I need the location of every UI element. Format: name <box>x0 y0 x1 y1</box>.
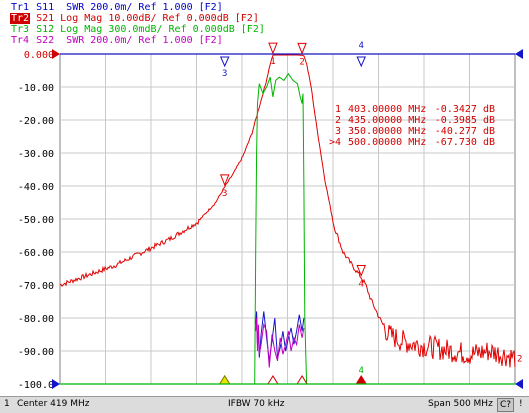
center-frequency[interactable]: Center 419 MHz <box>17 397 89 412</box>
marker-number: 3 <box>335 126 341 137</box>
marker-frequency: 350.00000 MHz <box>348 126 426 137</box>
marker-table-row: 3 350.00000 MHz -40.277 dB <box>335 126 495 137</box>
marker-frequency: 403.00000 MHz <box>348 104 426 115</box>
chart: 0.000 -10.00 -20.00 -30.00 -40.00 -50.00 -60.0… <box>18 41 523 391</box>
y-tick-label: 0.000 <box>24 50 54 61</box>
marker-table-row: 2 435.00000 MHz -0.3985 dB <box>335 115 495 126</box>
marker-triangle-icon[interactable] <box>297 42 307 55</box>
y-tick-label: -30.00 <box>18 149 54 160</box>
marker-frequency: 435.00000 MHz <box>348 115 426 126</box>
ifbw[interactable]: IFBW 70 kHz <box>228 397 284 412</box>
marker-label: 3 <box>222 189 227 199</box>
marker-value: -40.277 dB <box>435 126 495 137</box>
y-tick-label: -40.00 <box>18 182 54 193</box>
marker-number: 1 <box>335 104 341 115</box>
marker-label: 2 <box>299 57 304 67</box>
span-frequency[interactable]: Span 500 MHz <box>428 397 493 412</box>
y-tick-label: -70.00 <box>18 281 54 292</box>
ref-arrow-bottom-left-icon[interactable] <box>52 379 60 389</box>
marker-table-row: 1 403.00000 MHz -0.3427 dB <box>335 104 495 115</box>
s11-marker-label: 4 <box>358 41 363 51</box>
warning-icon[interactable]: ! <box>519 397 523 412</box>
marker-number: 2 <box>335 115 341 126</box>
y-tick-label: -60.00 <box>18 248 54 259</box>
y-tick-label: -90.00 <box>18 347 54 358</box>
ref-arrow-bottom-right-icon[interactable] <box>515 379 523 389</box>
y-tick-label: -100.0 <box>18 380 54 391</box>
marker-label: 1 <box>270 57 275 67</box>
s12-marker-label: 4 <box>358 366 363 376</box>
y-tick-label: -10.00 <box>18 83 54 94</box>
ref-arrow-left-icon[interactable] <box>52 49 60 59</box>
channel-number: 1 <box>4 399 10 409</box>
marker-value: -67.730 dB <box>435 137 495 148</box>
marker-value: -0.3985 dB <box>435 115 495 126</box>
s11-marker-label: 3 <box>222 69 227 79</box>
marker-table: 1 403.00000 MHz -0.3427 dB 2 435.00000 MHz -0… <box>329 104 495 148</box>
right-scale-label: 2 <box>517 355 522 365</box>
marker-triangle-icon[interactable] <box>268 42 278 55</box>
marker-value: -0.3427 dB <box>435 104 495 115</box>
marker-label: 4 <box>358 280 363 290</box>
marker-frequency: 500.00000 MHz <box>348 137 426 148</box>
cal-status-button[interactable]: C? <box>497 398 515 412</box>
y-tick-label: -20.00 <box>18 116 54 127</box>
marker-table-row: >4 500.00000 MHz -67.730 dB <box>329 137 495 148</box>
status-bar: 1 Center 419 MHz IFBW 70 kHz Span 500 MH… <box>0 396 529 413</box>
marker-number: >4 <box>329 137 341 148</box>
y-tick-label: -80.00 <box>18 314 54 325</box>
ref-arrow-right-icon[interactable] <box>515 49 523 59</box>
y-axis: 0.000 -10.00 -20.00 -30.00 -40.00 -50.00 -60.0… <box>18 50 54 391</box>
y-tick-label: -50.00 <box>18 215 54 226</box>
